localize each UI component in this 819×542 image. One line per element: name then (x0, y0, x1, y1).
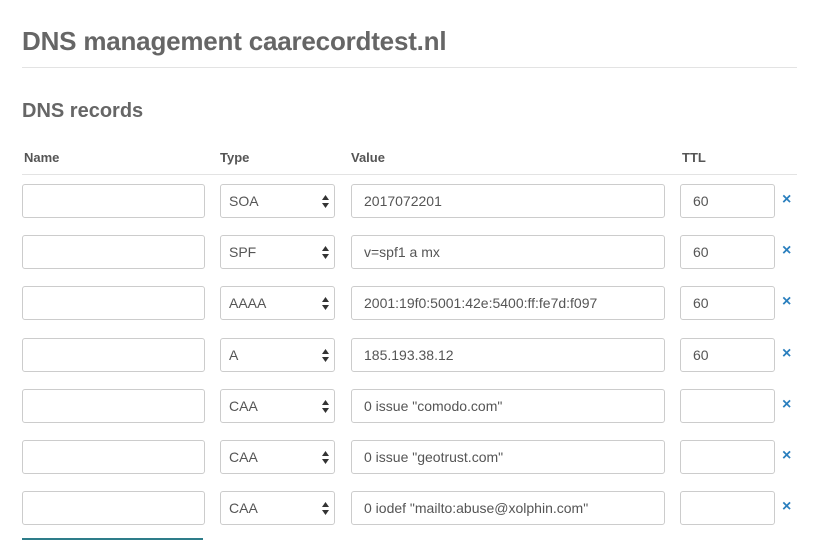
header-divider (22, 174, 797, 175)
record-type-select[interactable]: CAA (220, 491, 335, 525)
select-updown-icon (322, 349, 329, 362)
record-type-value: SOA (229, 193, 259, 209)
select-updown-icon (322, 400, 329, 413)
record-name-input[interactable] (22, 491, 205, 525)
record-type-select[interactable]: AAAA (220, 286, 335, 320)
record-type-select[interactable]: SOA (220, 184, 335, 218)
record-type-value: A (229, 347, 239, 363)
delete-record-icon[interactable]: × (782, 294, 796, 310)
select-updown-icon (322, 502, 329, 515)
page-title: DNS management caarecordtest.nl (22, 26, 447, 56)
add-record-button[interactable] (22, 538, 203, 542)
delete-record-icon[interactable]: × (782, 243, 796, 259)
record-type-select[interactable]: A (220, 338, 335, 372)
dns-management-page: DNS management caarecordtest.nl DNS reco… (0, 0, 819, 542)
delete-record-icon[interactable]: × (782, 448, 796, 464)
record-type-select[interactable]: CAA (220, 389, 335, 423)
delete-record-icon[interactable]: × (782, 192, 796, 208)
dns-record-row: AAAA 2001:19f0:5001:42e:5400:ff:fe7d:f097… (0, 286, 819, 322)
select-updown-icon (322, 195, 329, 208)
dns-record-row: CAA 0 iodef "mailto:abuse@xolphin.com" × (0, 491, 819, 527)
record-type-value: CAA (229, 500, 258, 516)
record-value-input[interactable]: 2001:19f0:5001:42e:5400:ff:fe7d:f097 (351, 286, 665, 320)
column-header-ttl: TTL (682, 150, 706, 165)
select-updown-icon (322, 451, 329, 464)
select-updown-icon (322, 246, 329, 259)
dns-record-row: CAA 0 issue "geotrust.com" × (0, 440, 819, 476)
record-ttl-input[interactable]: 60 (680, 184, 775, 218)
record-value-input[interactable]: 0 iodef "mailto:abuse@xolphin.com" (351, 491, 665, 525)
delete-record-icon[interactable]: × (782, 499, 796, 515)
dns-record-row: SOA 2017072201 60 × (0, 184, 819, 220)
record-type-value: SPF (229, 244, 257, 260)
record-name-input[interactable] (22, 286, 205, 320)
column-header-name: Name (24, 150, 60, 165)
record-name-input[interactable] (22, 440, 205, 474)
title-divider (22, 67, 797, 68)
record-ttl-input[interactable]: 60 (680, 338, 775, 372)
record-type-value: AAAA (229, 295, 267, 311)
record-ttl-input[interactable]: 60 (680, 286, 775, 320)
record-value-input[interactable]: 2017072201 (351, 184, 665, 218)
record-value-input[interactable]: v=spf1 a mx (351, 235, 665, 269)
record-name-input[interactable] (22, 389, 205, 423)
record-value-input[interactable]: 0 issue "comodo.com" (351, 389, 665, 423)
record-type-select[interactable]: SPF (220, 235, 335, 269)
dns-record-row: SPF v=spf1 a mx 60 × (0, 235, 819, 271)
record-type-select[interactable]: CAA (220, 440, 335, 474)
record-name-input[interactable] (22, 235, 205, 269)
record-name-input[interactable] (22, 184, 205, 218)
record-ttl-input[interactable] (680, 491, 775, 525)
record-value-input[interactable]: 185.193.38.12 (351, 338, 665, 372)
record-ttl-input[interactable] (680, 440, 775, 474)
record-type-value: CAA (229, 449, 258, 465)
dns-record-row: A 185.193.38.12 60 × (0, 338, 819, 374)
column-header-value: Value (351, 150, 385, 165)
record-name-input[interactable] (22, 338, 205, 372)
record-ttl-input[interactable]: 60 (680, 235, 775, 269)
dns-record-row: CAA 0 issue "comodo.com" × (0, 389, 819, 425)
record-type-value: CAA (229, 398, 258, 414)
delete-record-icon[interactable]: × (782, 346, 796, 362)
delete-record-icon[interactable]: × (782, 397, 796, 413)
record-ttl-input[interactable] (680, 389, 775, 423)
column-header-type: Type (220, 150, 250, 165)
section-title: DNS records (22, 100, 144, 122)
select-updown-icon (322, 297, 329, 310)
record-value-input[interactable]: 0 issue "geotrust.com" (351, 440, 665, 474)
